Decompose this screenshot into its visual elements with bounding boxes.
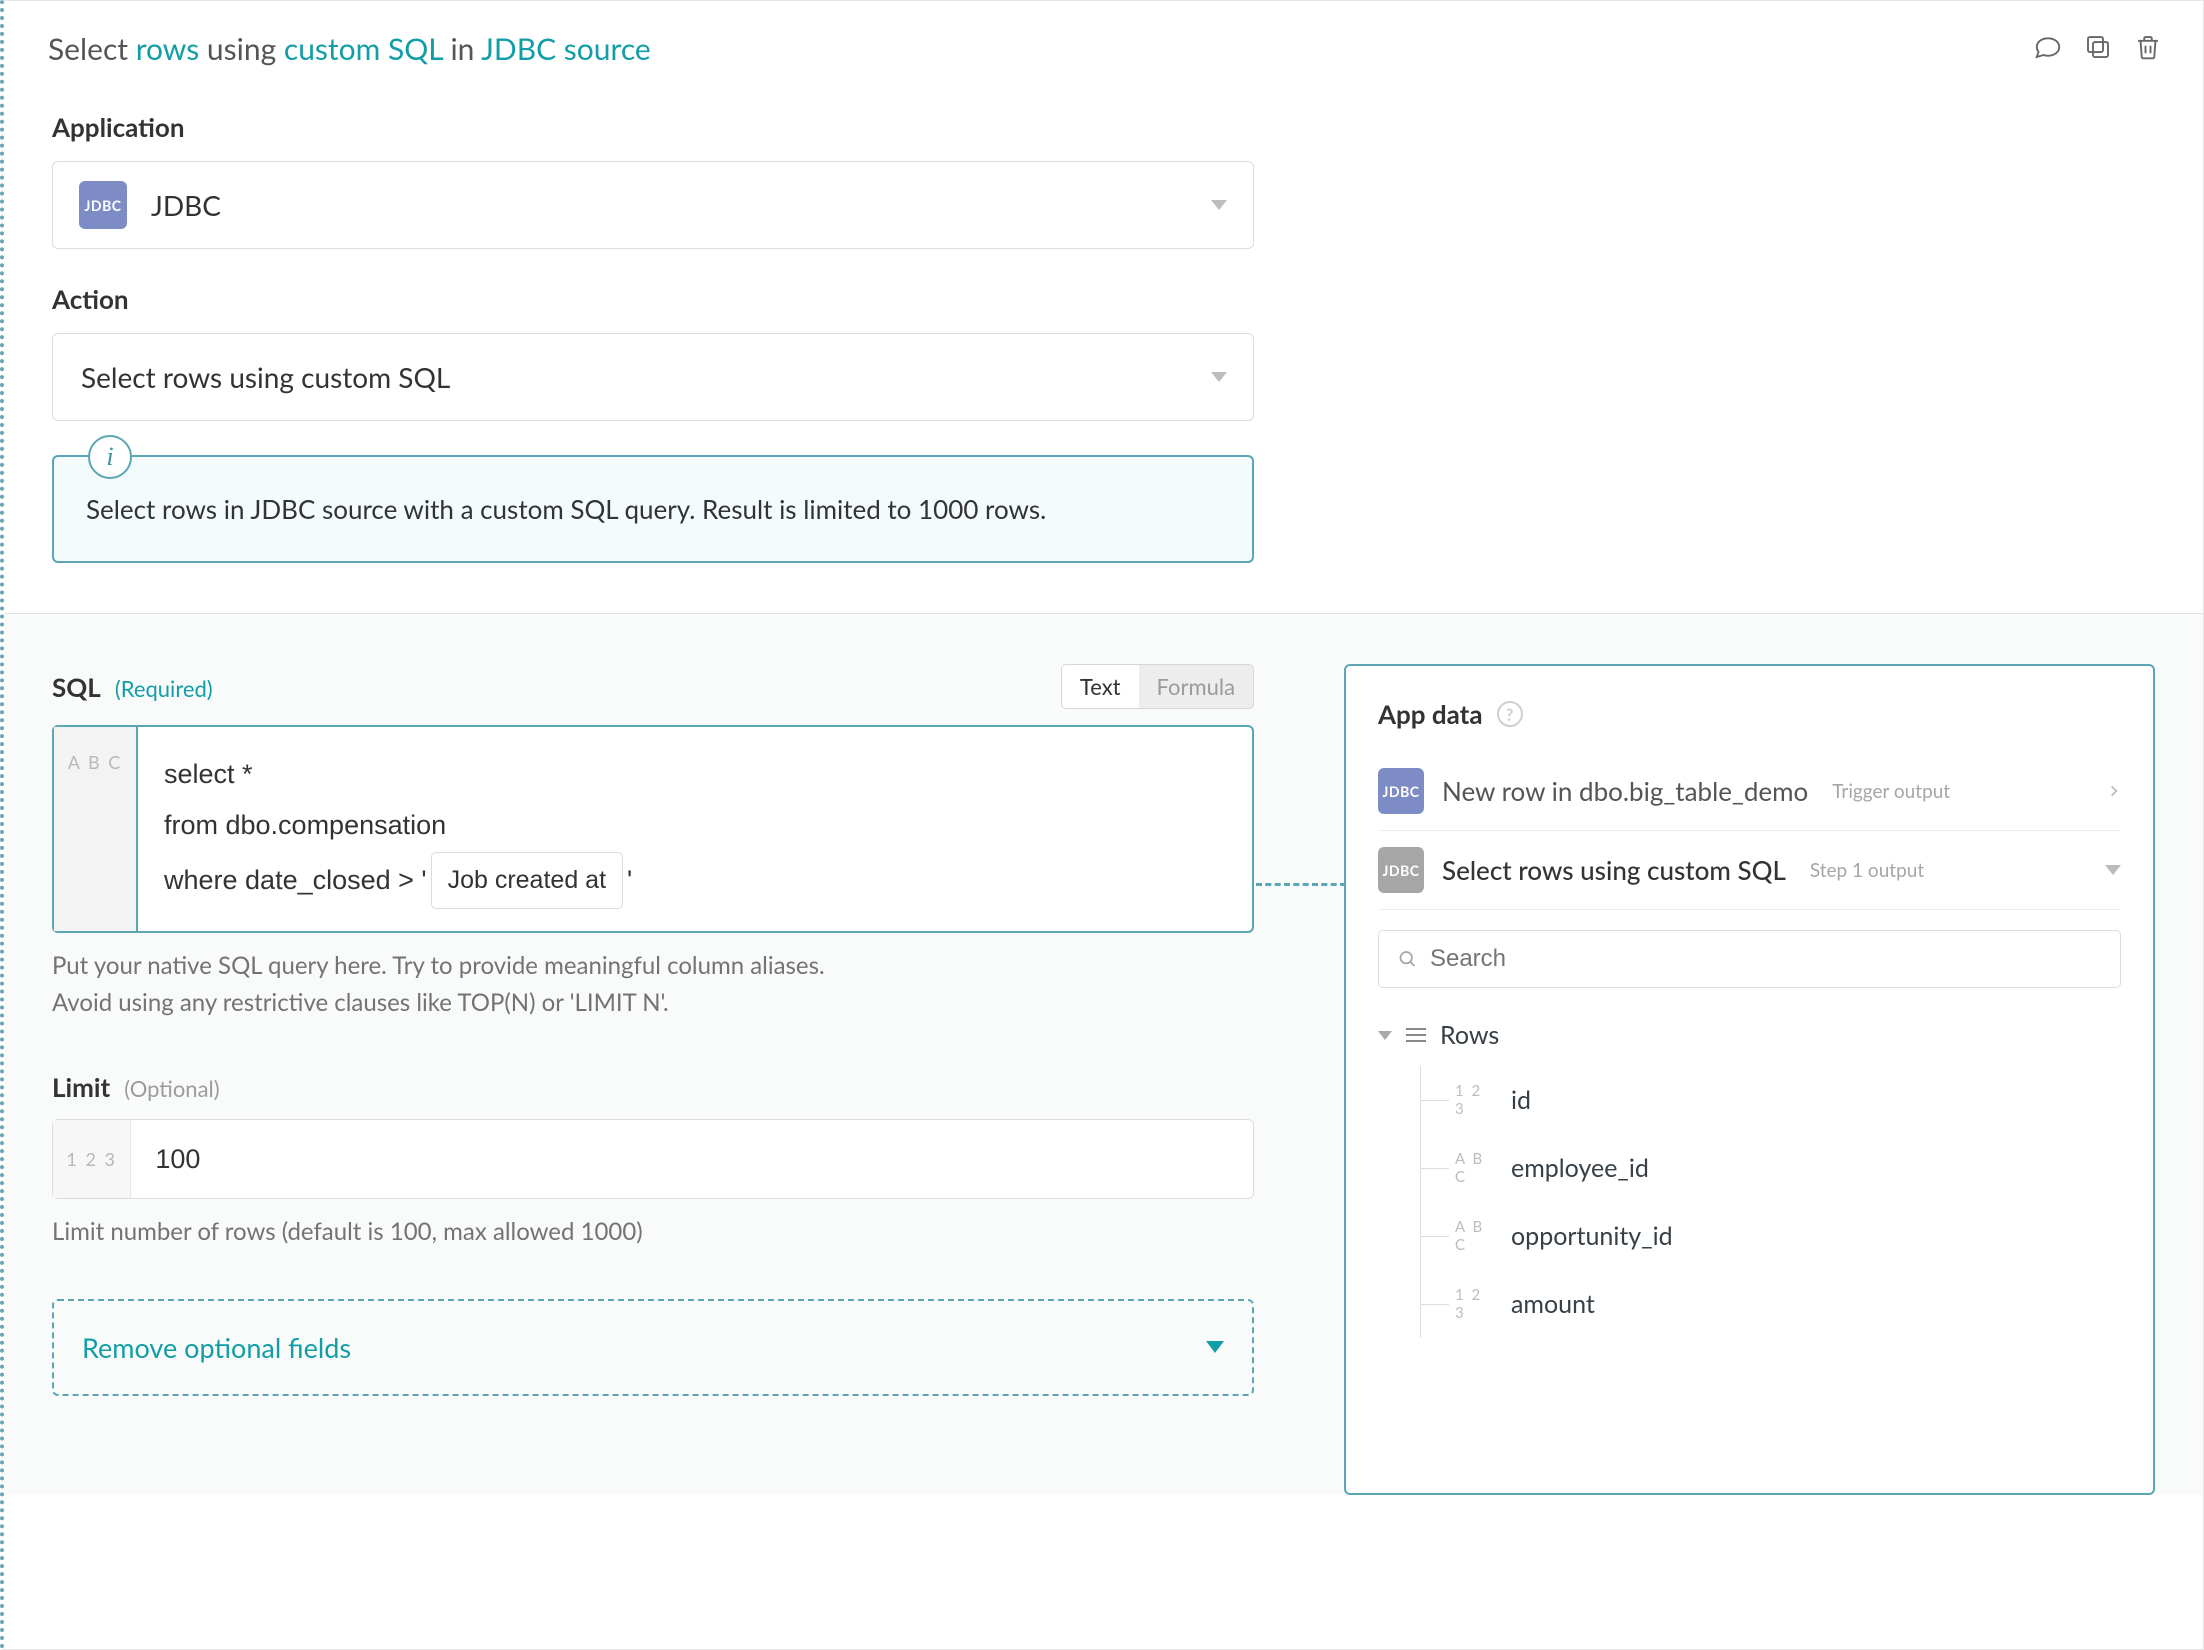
tree-node-rows[interactable]: Rows <box>1378 1012 2121 1066</box>
chevron-down-icon <box>1378 1031 1392 1040</box>
sql-line[interactable]: where date_closed > ' Job created at ' <box>164 852 632 910</box>
tree-node-label: Rows <box>1440 1020 1499 1050</box>
copy-icon[interactable] <box>2083 32 2113 66</box>
comment-icon[interactable] <box>2033 32 2063 66</box>
search-icon <box>1397 948 1418 970</box>
data-pill-job-created-at[interactable]: Job created at <box>431 852 623 910</box>
field-name: id <box>1511 1085 1531 1115</box>
jdbc-icon: JDBC <box>79 181 127 229</box>
connector-line <box>1256 883 1346 886</box>
field-name: opportunity_id <box>1511 1221 1673 1251</box>
action-label: Action <box>52 283 2155 315</box>
delete-icon[interactable] <box>2133 32 2163 66</box>
chevron-down-icon <box>1206 1341 1224 1353</box>
application-select[interactable]: JDBC JDBC <box>52 161 1254 249</box>
info-box: i Select rows in JDBC source with a cust… <box>52 455 1254 563</box>
type-indicator-number: 1 2 3 <box>1455 1286 1495 1322</box>
list-icon <box>1406 1028 1426 1042</box>
info-text: Select rows in JDBC source with a custom… <box>86 493 1220 525</box>
tree-leaf[interactable]: A B C employee_id <box>1455 1134 2121 1202</box>
sql-mode-toggle[interactable]: Text Formula <box>1061 664 1254 709</box>
tree-leaf[interactable]: 1 2 3 amount <box>1455 1270 2121 1338</box>
chevron-down-icon <box>1211 372 1227 382</box>
mode-text[interactable]: Text <box>1062 665 1139 708</box>
app-data-source-sub: Trigger output <box>1832 780 1950 803</box>
limit-helper: Limit number of rows (default is 100, ma… <box>52 1213 1254 1250</box>
type-indicator-string: A B C <box>1455 1150 1495 1186</box>
app-data-title: App data <box>1378 698 1483 730</box>
chevron-down-icon <box>1211 200 1227 210</box>
app-data-search[interactable] <box>1378 930 2121 988</box>
sql-line[interactable]: select * <box>164 749 632 800</box>
remove-optional-label: Remove optional fields <box>82 1331 351 1364</box>
sql-helper: Put your native SQL query here. Try to p… <box>52 947 1254 1021</box>
app-data-panel: App data ? JDBC New row in dbo.big_table… <box>1344 664 2155 1495</box>
app-data-source-title: Select rows using custom SQL <box>1442 854 1786 886</box>
action-value: Select rows using custom SQL <box>81 360 450 394</box>
sql-required-tag: (Required) <box>115 675 213 702</box>
action-select[interactable]: Select rows using custom SQL <box>52 333 1254 421</box>
jdbc-icon: JDBC <box>1378 768 1424 814</box>
limit-label: Limit <box>52 1071 110 1103</box>
search-input[interactable] <box>1430 945 2102 973</box>
limit-type-indicator: 1 2 3 <box>53 1120 131 1198</box>
sql-line[interactable]: from dbo.compensation <box>164 800 632 851</box>
application-value: JDBC <box>151 188 221 222</box>
type-indicator-number: 1 2 3 <box>1455 1082 1495 1118</box>
field-name: employee_id <box>1511 1153 1649 1183</box>
remove-optional-fields[interactable]: Remove optional fields <box>52 1299 1254 1396</box>
sql-editor[interactable]: A B C select * from dbo.compensation whe… <box>52 725 1254 933</box>
sql-label: SQL <box>52 671 101 703</box>
limit-input[interactable] <box>131 1120 1253 1198</box>
tree-leaf[interactable]: A B C opportunity_id <box>1455 1202 2121 1270</box>
chevron-right-icon <box>2107 780 2121 802</box>
app-data-source-sub: Step 1 output <box>1810 859 1924 882</box>
chevron-down-icon <box>2105 865 2121 875</box>
tree-leaf[interactable]: 1 2 3 id <box>1455 1066 2121 1134</box>
app-data-source-title: New row in dbo.big_table_demo <box>1442 775 1808 807</box>
jdbc-icon: JDBC <box>1378 847 1424 893</box>
mode-formula[interactable]: Formula <box>1139 665 1253 708</box>
application-label: Application <box>52 111 2155 143</box>
info-icon: i <box>88 435 132 479</box>
step-title: Select rows using custom SQL in JDBC sou… <box>48 31 2033 67</box>
app-data-source-row[interactable]: JDBC Select rows using custom SQL Step 1… <box>1378 831 2121 910</box>
app-data-source-row[interactable]: JDBC New row in dbo.big_table_demo Trigg… <box>1378 752 2121 831</box>
field-name: amount <box>1511 1289 1595 1319</box>
limit-optional-tag: (Optional) <box>124 1075 219 1102</box>
help-icon[interactable]: ? <box>1497 701 1523 727</box>
type-indicator-string: A B C <box>1455 1218 1495 1254</box>
sql-type-indicator: A B C <box>54 727 138 931</box>
